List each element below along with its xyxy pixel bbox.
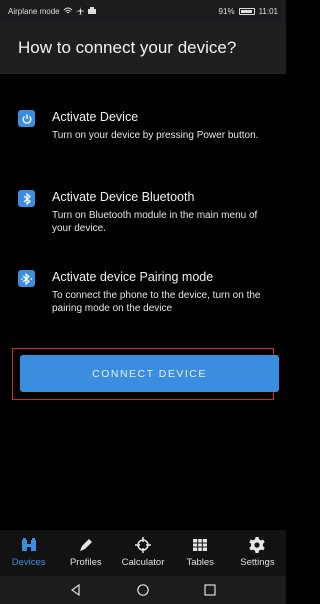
recents-icon[interactable] xyxy=(203,583,217,597)
step-description: Turn on Bluetooth module in the main men… xyxy=(52,210,258,234)
back-icon[interactable] xyxy=(69,583,83,597)
bluetooth-icon xyxy=(18,190,35,207)
tab-label: Calculator xyxy=(121,557,165,568)
devices-icon xyxy=(21,538,36,551)
crosshair-icon xyxy=(135,537,151,553)
battery-percent: 91% xyxy=(218,6,235,16)
home-icon[interactable] xyxy=(136,583,150,597)
tab-label: Tables xyxy=(186,557,214,568)
tab-label: Profiles xyxy=(69,557,102,568)
status-left: Airplane mode xyxy=(8,7,96,16)
content: Activate Device Turn on your device by p… xyxy=(0,74,286,530)
step-title: Activate device Pairing mode xyxy=(52,270,214,284)
clock: 11:01 xyxy=(258,6,278,16)
step-title: Activate Device xyxy=(52,110,139,124)
tab-tables[interactable]: Tables xyxy=(172,530,229,576)
tab-label: Settings xyxy=(240,557,275,568)
connect-device-button[interactable]: CONNECT DEVICE xyxy=(20,355,279,392)
power-icon xyxy=(18,110,35,127)
wifi-icon xyxy=(63,7,72,14)
step-description: Turn on your device by pressing Power bu… xyxy=(52,130,259,141)
bluetooth-pairing-icon xyxy=(18,270,35,287)
system-nav-bar xyxy=(0,576,286,604)
status-bar: Airplane mode 91% 11:01 xyxy=(0,0,286,22)
tab-calculator[interactable]: Calculator xyxy=(114,530,171,576)
tab-label: Devices xyxy=(11,557,46,568)
step-description: To connect the phone to the device, turn… xyxy=(52,290,261,314)
tab-devices[interactable]: Devices xyxy=(0,530,57,576)
pen-icon xyxy=(79,539,92,551)
page-title: How to connect your device? xyxy=(18,38,237,57)
notification-icon xyxy=(87,7,96,14)
battery-icon xyxy=(238,7,255,15)
airplane-mode-text: Airplane mode xyxy=(8,6,60,16)
tab-settings[interactable]: Settings xyxy=(229,530,286,576)
airplane-icon xyxy=(75,7,85,15)
app-header: How to connect your device? xyxy=(0,22,286,74)
tab-profiles[interactable]: Profiles xyxy=(57,530,114,576)
step-title: Activate Device Bluetooth xyxy=(52,190,195,204)
bottom-tab-bar: Devices Profiles Calculator Tables Setti… xyxy=(0,530,286,576)
gear-icon xyxy=(249,537,266,553)
grid-icon xyxy=(193,539,208,551)
status-right: 91% 11:01 xyxy=(219,7,278,16)
